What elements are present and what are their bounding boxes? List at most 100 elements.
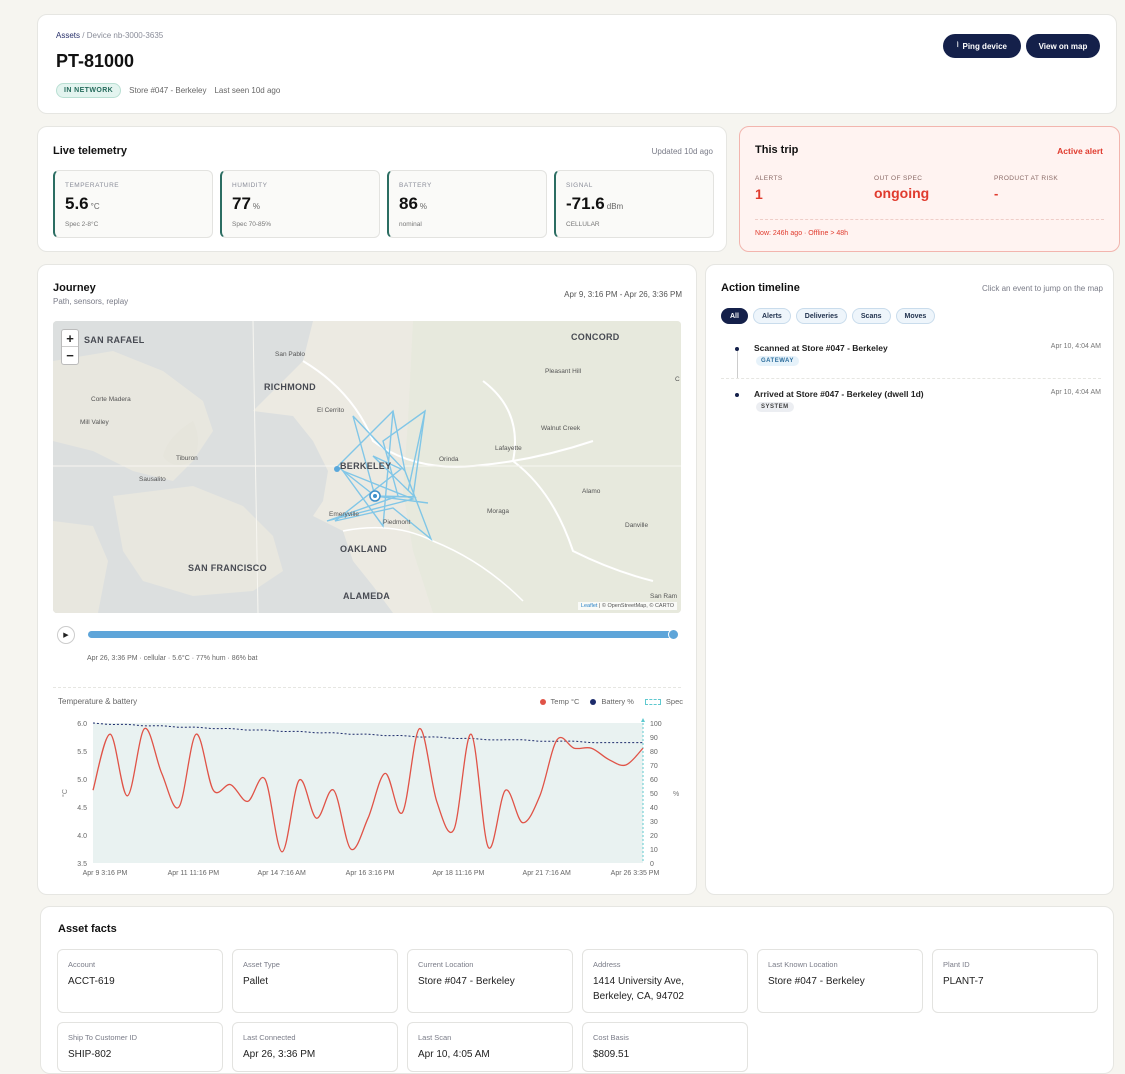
map-zoom-control: + − (61, 329, 79, 365)
chart-divider (53, 687, 681, 688)
y-tick-left-label: 5.5 (77, 749, 87, 756)
timeline-title: Action timeline (721, 282, 800, 294)
filter-scans[interactable]: Scans (851, 308, 891, 324)
ping-device-label: Ping device (962, 41, 1007, 51)
y-tick-right-label: 10 (650, 847, 658, 854)
y-tick-right-label: 50 (650, 791, 658, 798)
fact-label: Last Scan (418, 1033, 452, 1042)
x-tick-label: Apr 14 7:16 AM (258, 870, 306, 877)
ping-device-button[interactable]: ⦚ Ping device (943, 34, 1021, 58)
view-on-map-button[interactable]: View on map (1026, 34, 1100, 58)
map-label-el-cerrito: El Cerrito (317, 407, 345, 414)
out-of-spec-value: ongoing (874, 185, 930, 201)
fact-current-location: Current Location Store #047 - Berkeley (407, 949, 573, 1013)
filter-deliveries[interactable]: Deliveries (795, 308, 847, 324)
fact-value: SHIP-802 (68, 1049, 112, 1060)
x-tick-label: Apr 16 3:16 PM (346, 870, 395, 877)
zoom-out-button[interactable]: − (62, 347, 78, 364)
map-label-lafayette: Lafayette (495, 445, 522, 452)
fact-label: Ship To Customer ID (68, 1033, 138, 1042)
metric-foot: nominal (399, 221, 422, 228)
fact-value: Store #047 - Berkeley (418, 976, 515, 987)
trip-card: This trip Active alert ALERTS 1 OUT OF S… (739, 126, 1120, 252)
fact-value: Apr 26, 3:36 PM (243, 1049, 316, 1060)
event-text: Scanned at Store #047 - Berkeley (754, 343, 888, 353)
breadcrumb-assets-link[interactable]: Assets (56, 31, 80, 40)
filter-all[interactable]: All (721, 308, 748, 324)
timeline-event[interactable]: Arrived at Store #047 - Berkeley (dwell … (721, 389, 1101, 421)
active-alert-label: Active alert (1057, 146, 1103, 156)
trip-note: Now: 246h ago · Offline > 48h (755, 230, 849, 237)
play-button[interactable]: ▶ (57, 626, 75, 644)
fact-label: Plant ID (943, 960, 970, 969)
map-label-tiburon: Tiburon (176, 455, 198, 462)
map-label-mill-valley: Mill Valley (80, 419, 109, 426)
metric-foot: Spec 2-8°C (65, 221, 99, 228)
metric-humidity: HUMIDITY 77% Spec 70-85% (220, 170, 380, 238)
header-card: Assets / Device nb-3000-3635 PT-81000 IN… (37, 14, 1117, 114)
y-tick-right-label: 40 (650, 805, 658, 812)
chart-spec-band (93, 723, 643, 863)
filter-alerts[interactable]: Alerts (752, 308, 791, 324)
product-at-risk-label: PRODUCT AT RISK (994, 175, 1059, 182)
breadcrumb: Assets / Device nb-3000-3635 (56, 31, 163, 40)
replay-slider[interactable] (88, 629, 679, 640)
metric-value: -71.6 dBm (566, 194, 624, 213)
metric-label: HUMIDITY (232, 182, 268, 189)
map-label-piedmont: Piedmont (383, 519, 411, 526)
map-label-concord: CONCORD (571, 332, 620, 342)
fact-value: ACCT-619 (68, 976, 115, 987)
fact-label: Last Connected (243, 1033, 296, 1042)
timeline-event[interactable]: Scanned at Store #047 - Berkeley Apr 10,… (721, 343, 1101, 375)
fact-address: Address 1414 University Ave, Berkeley, C… (582, 949, 748, 1013)
fact-cost-basis: Cost Basis $809.51 (582, 1022, 748, 1072)
journey-map[interactable]: SAN RAFAEL CONCORD San Pablo Pleasant Hi… (53, 321, 681, 613)
filter-moves[interactable]: Moves (895, 308, 936, 324)
replay-slider-handle[interactable] (668, 629, 679, 640)
map-label-alameda: ALAMEDA (343, 591, 391, 601)
chart-title: Temperature & battery (58, 697, 138, 706)
metric-label: TEMPERATURE (65, 182, 120, 189)
telemetry-card: Live telemetry Updated 10d ago TEMPERATU… (37, 126, 727, 252)
fact-label: Current Location (418, 960, 474, 969)
map-label-walnut-creek: Walnut Creek (541, 425, 581, 432)
fact-label: Cost Basis (593, 1033, 629, 1042)
telemetry-updated: Updated 10d ago (651, 147, 713, 156)
timeline-hint: Click an event to jump on the map (982, 284, 1103, 293)
y-tick-left-label: 4.0 (77, 833, 87, 840)
x-tick-label: Apr 21 7:16 AM (523, 870, 571, 877)
chart-plot: 6.05.55.04.54.03.51009080706050403020100… (61, 718, 679, 877)
map-label-oakland: OAKLAND (340, 544, 388, 554)
journey-card: Journey Path, sensors, replay Apr 9, 3:1… (37, 264, 697, 895)
map-label-berkeley: BERKELEY (340, 461, 392, 471)
out-of-spec-label: OUT OF SPEC (874, 175, 923, 182)
y-tick-right-label: 30 (650, 819, 658, 826)
map-label-moraga: Moraga (487, 508, 510, 515)
metric-signal: SIGNAL -71.6 dBm CELLULAR (554, 170, 714, 238)
fact-value: 1414 University Ave, Berkeley, CA, 94702 (593, 976, 684, 1002)
legend-battery-label: Battery % (601, 697, 634, 706)
map-label-danville: Danville (625, 522, 649, 529)
y-tick-left-label: 3.5 (77, 861, 87, 868)
asset-facts-card: Asset facts Account ACCT-619 Asset Type … (40, 906, 1114, 1074)
alerts-value: 1 (755, 186, 763, 202)
leaflet-link[interactable]: Leaflet (581, 603, 598, 609)
temp-battery-chart: Temperature & battery Temp °C Battery % … (38, 691, 698, 887)
fact-value: Pallet (243, 976, 269, 987)
asset-facts-title: Asset facts (58, 923, 117, 935)
location-text: Store #047 - Berkeley (129, 86, 207, 95)
breadcrumb-separator: / (82, 31, 85, 40)
event-tag: SYSTEM (756, 402, 794, 412)
view-on-map-label: View on map (1038, 41, 1088, 51)
event-text: Arrived at Store #047 - Berkeley (dwell … (754, 389, 924, 399)
fact-label: Account (68, 960, 96, 969)
map-label-san-pablo: San Pablo (275, 351, 305, 358)
map-label-c: C (675, 376, 680, 383)
product-at-risk-value: - (994, 186, 999, 201)
y-tick-left-label: 6.0 (77, 721, 87, 728)
map-label-pleasant-hill: Pleasant Hill (545, 368, 582, 375)
zoom-in-button[interactable]: + (62, 330, 78, 347)
timeline-filters: All Alerts Deliveries Scans Moves (721, 308, 936, 324)
fact-plant-id: Plant ID PLANT-7 (932, 949, 1098, 1013)
event-dot (735, 393, 739, 397)
